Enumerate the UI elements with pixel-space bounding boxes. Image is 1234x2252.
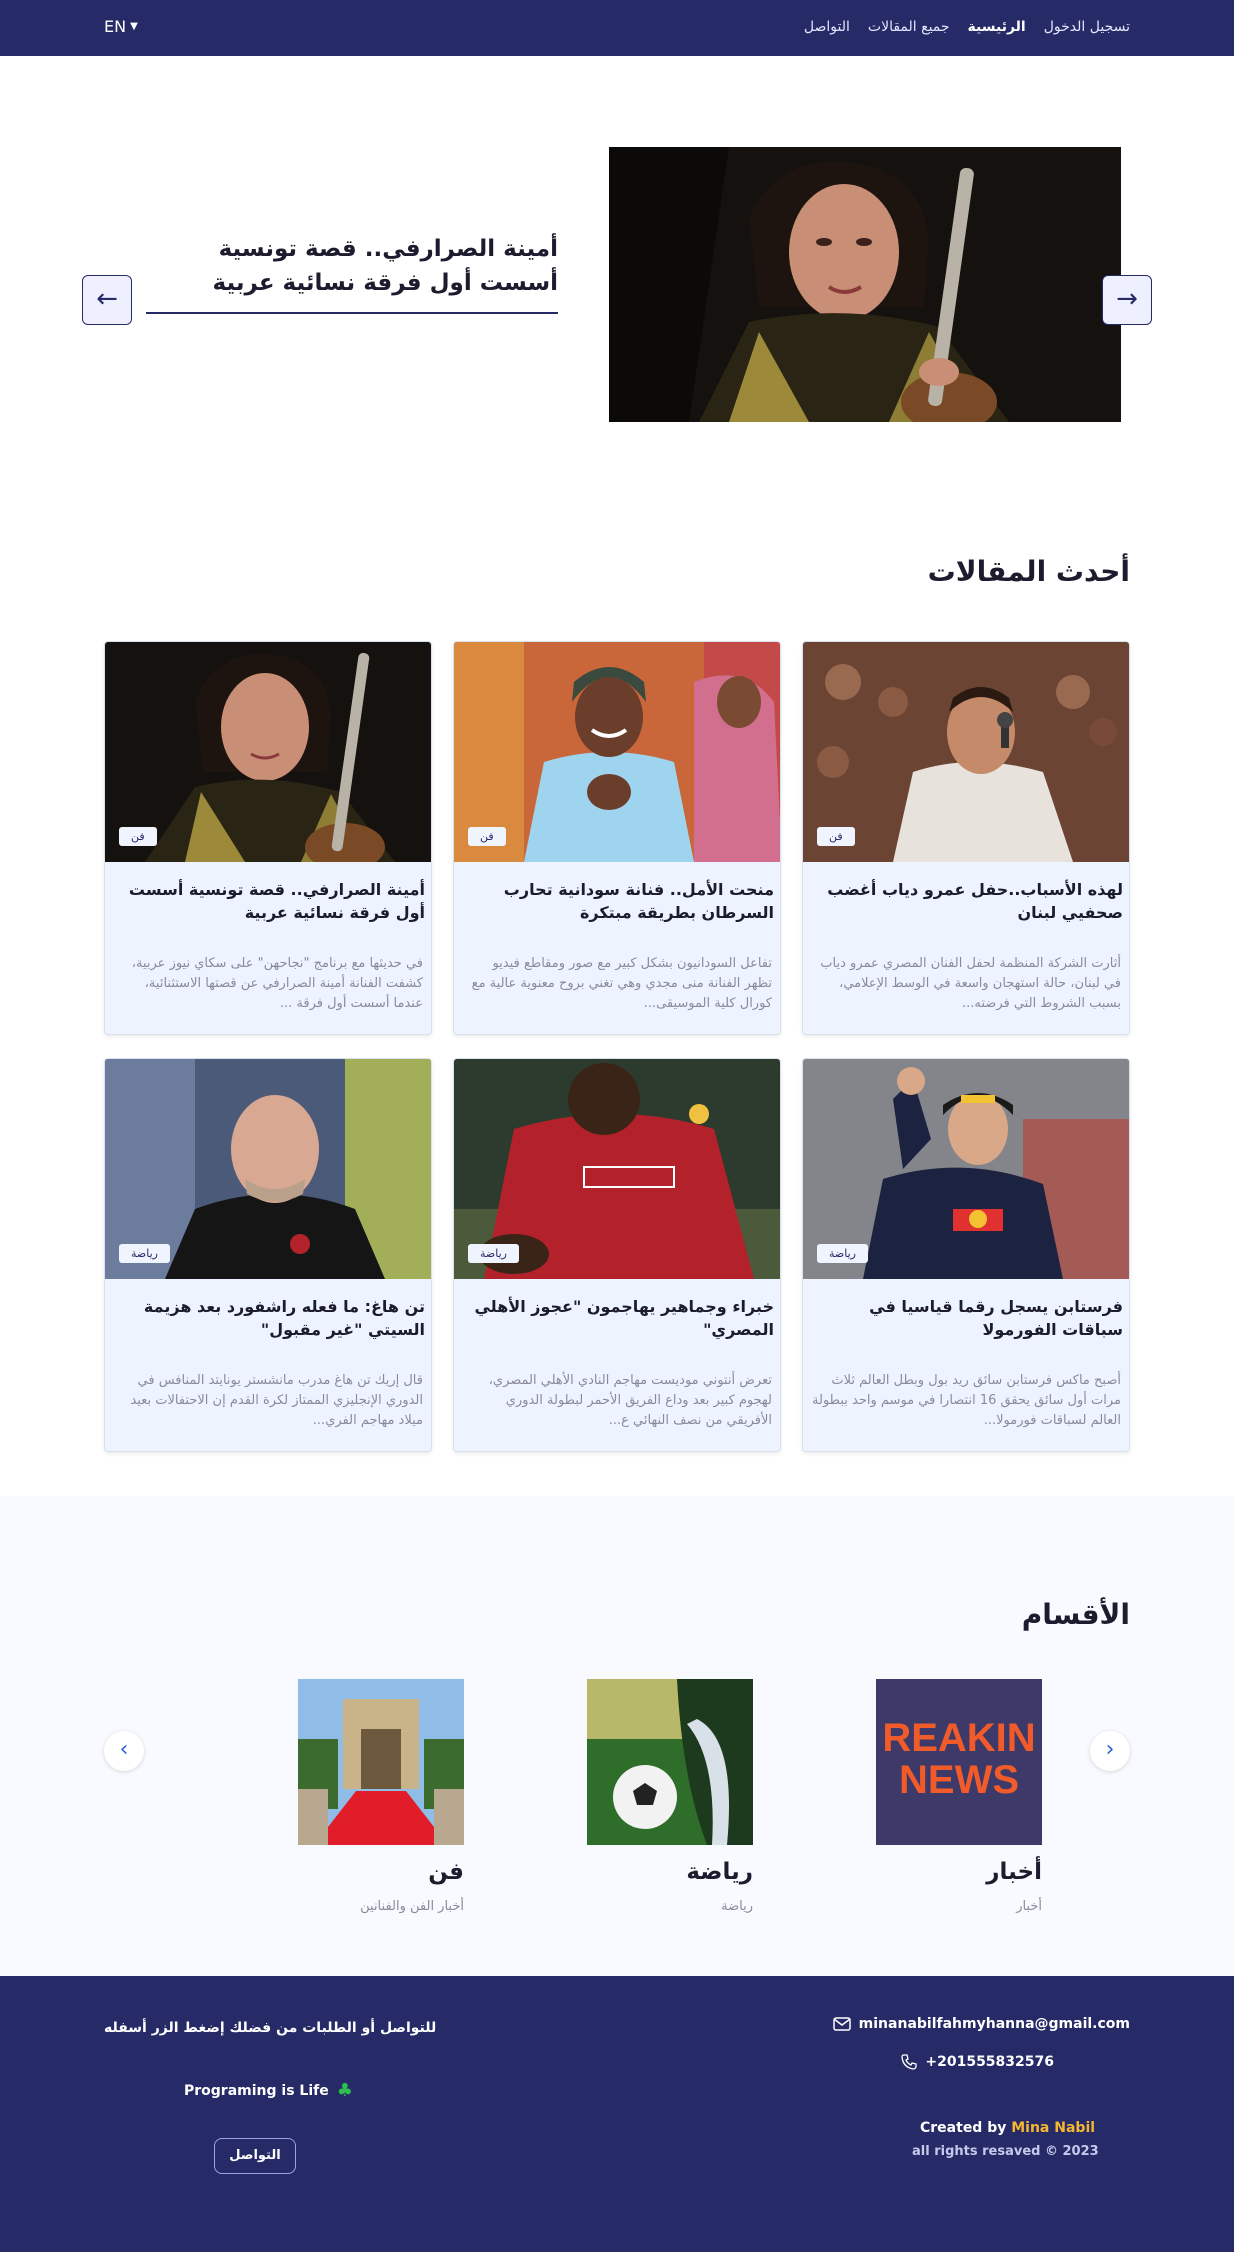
article-excerpt: تعرض أنتوني موديست مهاجم النادي الأهلي ا… [488,1373,772,1428]
category-name[interactable]: فن [298,1859,464,1885]
article-image: فن [803,642,1129,862]
article-excerpt: في حديثها مع برنامج "نجاحهن" على سكاي ني… [131,956,423,1011]
hero-prev-button[interactable]: ← [82,275,132,325]
navbar: EN ▼ تسجيل الدخول الرئيسية جميع المقالات… [0,0,1234,56]
football-image [587,1679,753,1845]
red-carpet-image [298,1679,464,1845]
phone-icon [901,2054,918,2070]
article-excerpt: تفاعل السودانيون بشكل كبير مع صور ومقاطع… [471,956,772,1011]
language-dropdown[interactable]: EN ▼ [104,17,138,36]
footer-email[interactable]: minanabilfahmyhanna@gmail.com [832,2016,1130,2032]
article-title[interactable]: منحت الأمل.. فنانة سودانية تحارب السرطان… [454,862,780,940]
footer-phone-text: +201555832576 [925,2054,1054,2070]
article-image: رياضة [105,1059,431,1279]
breaking-news-image: REAKIN NEWS [876,1679,1042,1845]
article-card[interactable]: فن منحت الأمل.. فنانة سودانية تحارب السر… [453,641,781,1035]
categories-title: الأقسام [1021,1598,1130,1631]
thumb-text-line2: NEWS [899,1758,1019,1802]
footer-contact-button[interactable]: التواصل [214,2138,296,2174]
footer-rights: all rights resaved © 2023 [912,2144,1099,2159]
nav-all-articles[interactable]: جميع المقالات [868,19,950,35]
footer-contact-text: للتواصل أو الطلبات من فضلك إضغط الزر أسف… [104,2020,437,2036]
article-image: رياضة [454,1059,780,1279]
envelope-icon [832,2017,851,2031]
hero-title[interactable]: أمينة الصرارفي.. قصة تونسية أسست أول فرق… [140,232,558,300]
author-name[interactable]: Mina Nabil [1011,2120,1095,2136]
category-desc: أخبار [1016,1899,1042,1914]
footer-motto-text: Programing is Life [184,2082,329,2099]
category-image [587,1679,753,1845]
article-title[interactable]: لهذه الأسباب..حفل عمرو دياب أغضب صحفيي ل… [803,862,1129,940]
footer-email-text: minanabilfahmyhanna@gmail.com [858,2016,1130,2032]
clover-icon: ♣ [336,2080,353,2101]
arrow-left-icon: ← [96,284,118,314]
category-badge[interactable]: فن [119,827,157,846]
category-badge[interactable]: فن [817,827,855,846]
category-name[interactable]: رياضة [587,1859,753,1885]
nav-home[interactable]: الرئيسية [968,19,1026,35]
footer-motto: Programing is Life ♣ [184,2080,353,2101]
nav-links: تسجيل الدخول الرئيسية جميع المقالات التو… [804,19,1130,35]
footer: minanabilfahmyhanna@gmail.com +201555832… [0,1976,1234,2252]
thumb-text-line1: REAKIN [882,1716,1035,1760]
category-desc: أخبار الفن والفنانين [360,1899,464,1914]
category-badge[interactable]: رياضة [817,1244,868,1263]
category-image [298,1679,464,1845]
created-by-label: Created by [920,2120,1007,2136]
article-card[interactable]: رياضة خبراء وجماهير يهاجمون "عجوز الأهلي… [453,1058,781,1452]
hero-image[interactable] [609,147,1121,422]
category-card-sport[interactable]: رياضة رياضة [587,1679,753,1914]
article-card[interactable]: رياضة فرستابن يسجل رقما قياسيا في سباقات… [802,1058,1130,1452]
category-card-art[interactable]: فن أخبار الفن والفنانين [298,1679,464,1914]
article-title[interactable]: أمينة الصرارفي.. قصة تونسية أسست أول فرق… [105,862,431,940]
language-label: EN [104,17,127,36]
chevron-left-icon: ‹ [119,1737,129,1762]
category-badge[interactable]: رياضة [119,1244,170,1263]
hero-underline [146,312,558,314]
article-title[interactable]: تن هاغ: ما فعله راشفورد بعد هزيمة السيتي… [105,1279,431,1357]
hero-photo [609,147,1121,422]
article-card[interactable]: فن أمينة الصرارفي.. قصة تونسية أسست أول … [104,641,432,1035]
category-desc: رياضة [721,1899,753,1914]
hero-next-button[interactable]: → [1102,275,1152,325]
article-image: فن [454,642,780,862]
article-card[interactable]: فن لهذه الأسباب..حفل عمرو دياب أغضب صحفي… [802,641,1130,1035]
article-title[interactable]: فرستابن يسجل رقما قياسيا في سباقات الفور… [803,1279,1129,1357]
nav-login[interactable]: تسجيل الدخول [1044,19,1130,35]
latest-articles-title: أحدث المقالات [927,555,1130,588]
article-excerpt: أصبح ماكس فرستابن سائق ريد بول وبطل العا… [812,1373,1121,1428]
category-name[interactable]: أخبار [876,1859,1042,1885]
article-excerpt: قال إريك تن هاغ مدرب مانشستر يونايتد الم… [130,1373,423,1428]
caret-down-icon: ▼ [130,21,138,32]
category-badge[interactable]: رياضة [468,1244,519,1263]
categories-prev-button[interactable]: ‹ [104,1731,144,1771]
footer-credit: Created by Mina Nabil [920,2120,1095,2136]
arrow-right-icon: → [1116,284,1138,314]
article-excerpt: أثارت الشركة المنظمة لحفل الفنان المصري … [820,956,1121,1011]
article-title[interactable]: خبراء وجماهير يهاجمون "عجوز الأهلي المصر… [454,1279,780,1357]
category-image: REAKIN NEWS [876,1679,1042,1845]
article-image: رياضة [803,1059,1129,1279]
nav-contact[interactable]: التواصل [804,19,850,35]
article-image: فن [105,642,431,862]
categories-next-button[interactable]: › [1090,1731,1130,1771]
category-badge[interactable]: فن [468,827,506,846]
article-card[interactable]: رياضة تن هاغ: ما فعله راشفورد بعد هزيمة … [104,1058,432,1452]
category-card-news[interactable]: REAKIN NEWS أخبار أخبار [876,1679,1042,1914]
footer-phone[interactable]: +201555832576 [901,2054,1054,2070]
chevron-right-icon: › [1105,1737,1115,1762]
